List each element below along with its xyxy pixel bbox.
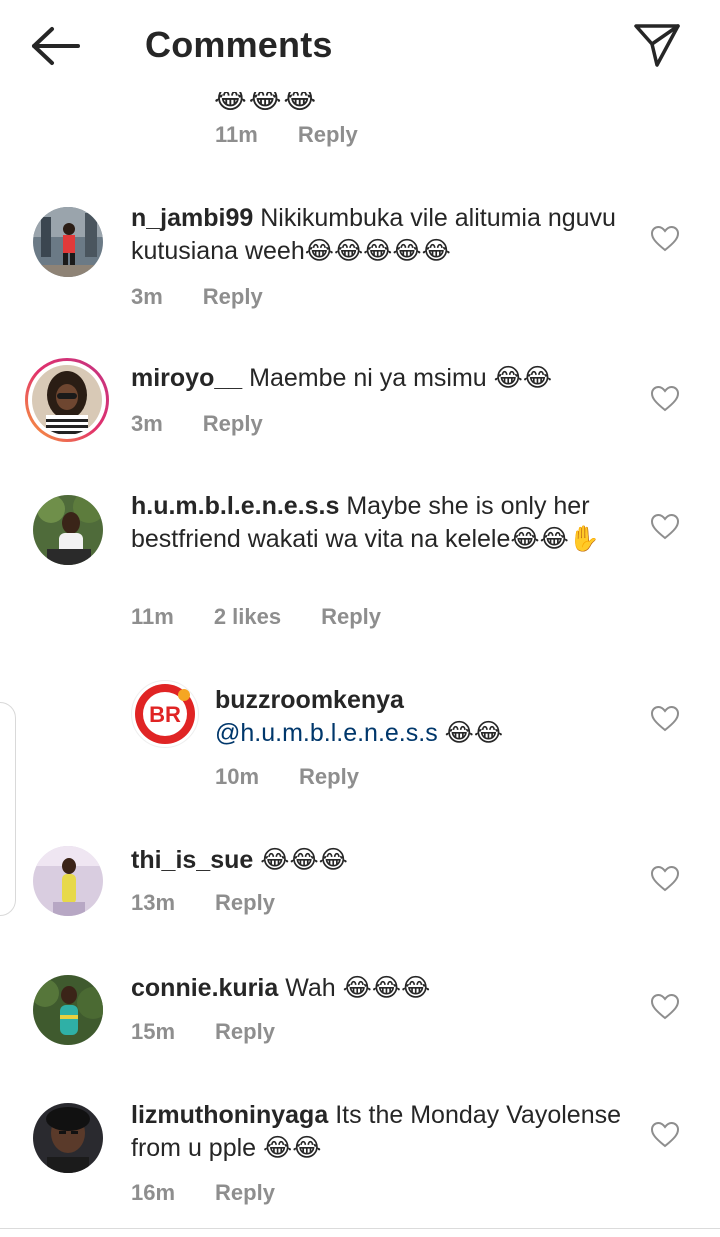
reply-button[interactable]: Reply [215,1180,275,1206]
comment-meta: 11m Reply [215,122,358,148]
avatar[interactable] [33,975,103,1045]
comment-time: 10m [215,764,260,789]
page-title: Comments [145,24,333,65]
comment-time: 16m [131,1180,176,1205]
comment-body: thi_is_sue 😂😂😂 [131,844,631,877]
avatar[interactable] [33,1103,103,1173]
comment-meta: 3m Reply [131,411,263,437]
mention-link[interactable]: @h.u.m.b.l.e.n.e.s.s [215,719,438,747]
heart-icon[interactable] [650,512,680,542]
comment-username[interactable]: n_jambi99 [131,204,253,232]
avatar[interactable]: BR [131,680,199,748]
reply-button[interactable]: Reply [215,1019,275,1045]
comment-time: 11m [215,122,258,147]
heart-icon[interactable] [650,384,680,414]
comment-meta: 13m Reply [131,890,275,916]
comment-meta: 3m Reply [131,284,263,310]
comment-username[interactable]: h.u.m.b.l.e.n.e.s.s [131,492,339,520]
arrow-left-icon [32,27,80,65]
comment-text: Maembe ni ya msimu 😂😂 [249,364,553,392]
comment-username[interactable]: thi_is_sue [131,846,253,874]
comments-header: Comments [0,0,720,92]
comment-body: miroyo__ Maembe ni ya msimu 😂😂 [131,362,631,395]
comment-meta: 15m Reply [131,1019,275,1045]
comment-body: n_jambi99 Nikikumbuka vile alitumia nguv… [131,202,631,268]
paper-plane-icon [634,24,680,67]
reply-button[interactable]: Reply [299,764,359,790]
comment-body: h.u.m.b.l.e.n.e.s.s Maybe she is only he… [131,490,631,556]
comment-time: 13m [131,890,176,915]
comment-time: 3m [131,411,163,436]
comment-time: 15m [131,1019,176,1044]
reply-button[interactable]: Reply [321,604,381,630]
avatar[interactable] [33,846,103,916]
divider [0,1228,720,1229]
reply-button[interactable]: Reply [215,890,275,916]
comment-username[interactable]: lizmuthoninyaga [131,1101,328,1129]
share-button[interactable] [632,22,682,68]
avatar[interactable] [33,207,103,277]
reply-button[interactable]: Reply [203,284,263,310]
comment-body: connie.kuria Wah 😂😂😂 [131,972,631,1005]
comment-text: Wah 😂😂😂 [285,974,431,1002]
comment-time: 3m [131,284,163,309]
reply-button[interactable]: Reply [298,122,358,148]
comment-body: buzzroomkenya @h.u.m.b.l.e.n.e.s.s 😂😂 [215,684,635,750]
heart-icon[interactable] [650,864,680,894]
heart-icon[interactable] [650,1120,680,1150]
heart-icon[interactable] [650,992,680,1022]
comment-text: 😂😂 [444,719,504,747]
heart-icon[interactable] [650,224,680,254]
comment-meta: 11m 2 likes Reply [131,604,381,630]
edge-panel-handle[interactable] [0,702,16,916]
brand-logo-text: BR [149,702,181,727]
comment-text: 😂😂😂 [260,846,348,874]
comment-body: lizmuthoninyaga Its the Monday Vayolense… [131,1099,631,1165]
comment-meta: 10m Reply [215,764,359,790]
comment-time: 11m [131,604,174,629]
back-button[interactable] [30,26,82,66]
comment-username[interactable]: miroyo__ [131,364,242,392]
comment-meta: 16m Reply [131,1180,275,1206]
avatar[interactable] [33,495,103,565]
avatar[interactable] [32,365,102,435]
comment-likes[interactable]: 2 likes [214,604,281,630]
comment-username[interactable]: connie.kuria [131,974,278,1002]
heart-icon[interactable] [650,704,680,734]
comment-username[interactable]: buzzroomkenya [215,684,635,717]
reply-button[interactable]: Reply [203,411,263,437]
